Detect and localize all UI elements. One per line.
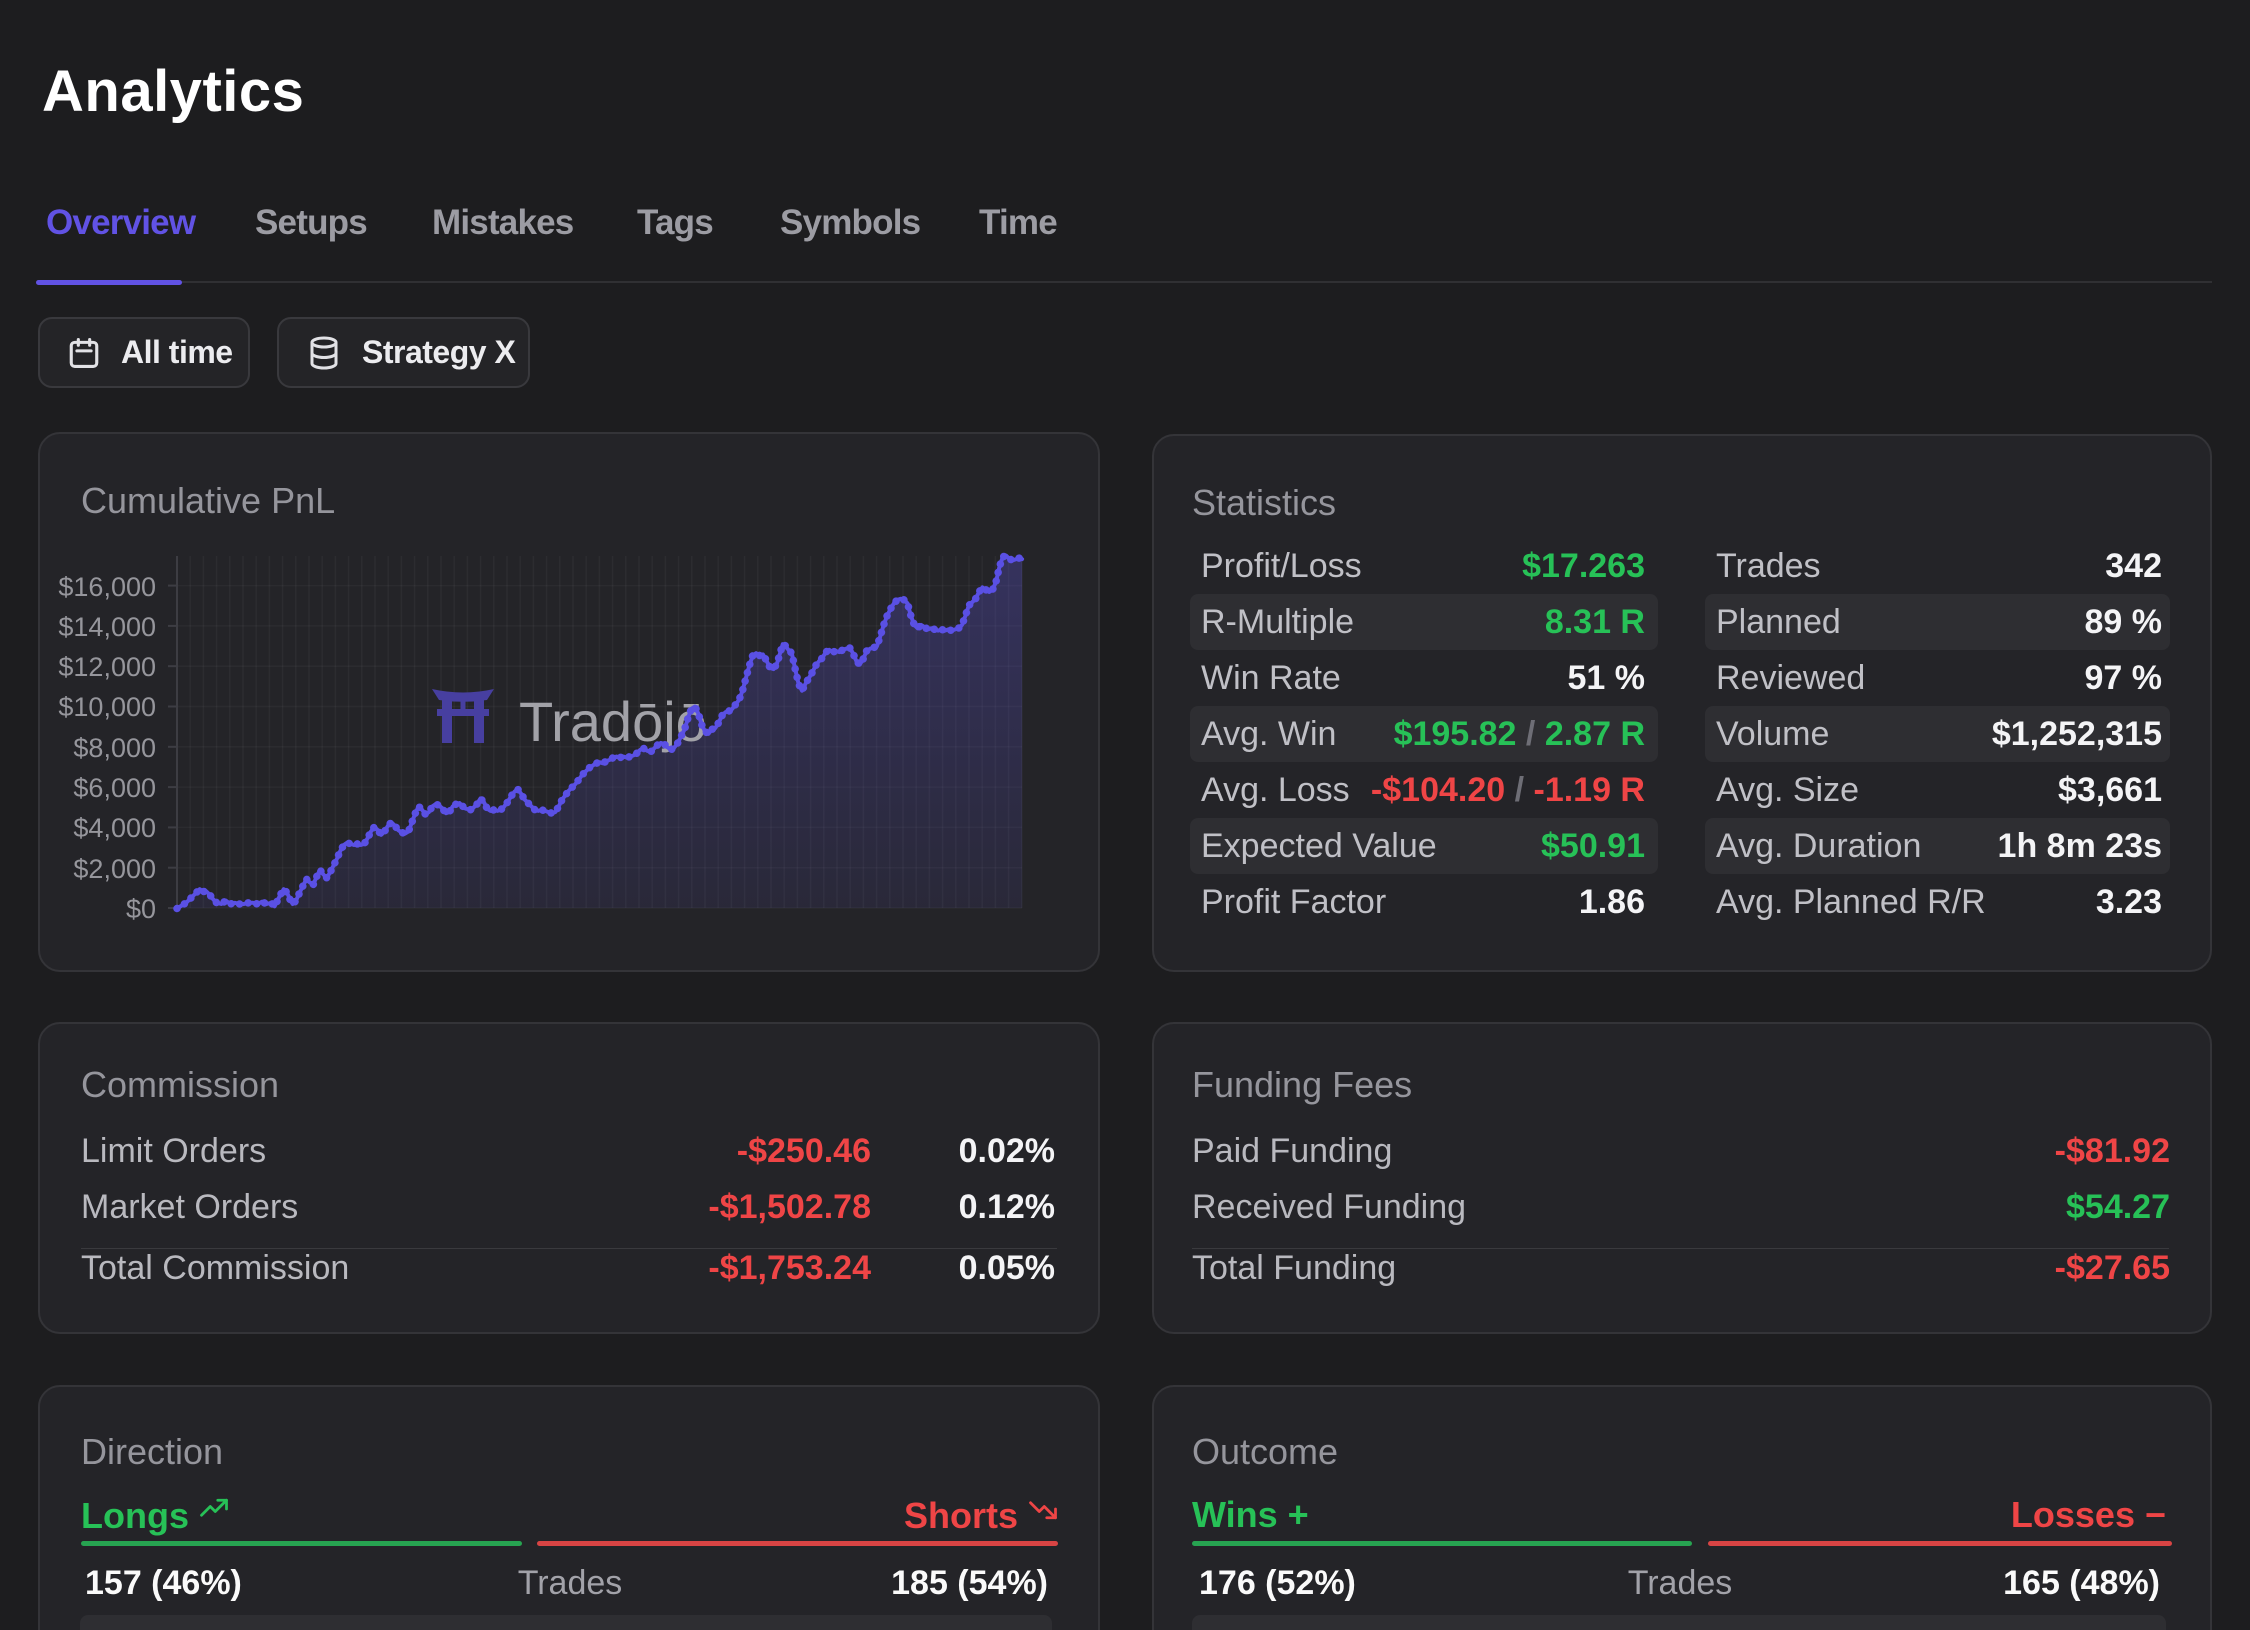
svg-text:$16,000: $16,000 <box>58 572 156 602</box>
svg-text:$8,000: $8,000 <box>73 733 156 763</box>
svg-text:$0: $0 <box>126 894 156 924</box>
svg-text:$12,000: $12,000 <box>58 652 156 682</box>
svg-text:$10,000: $10,000 <box>58 692 156 722</box>
svg-text:$4,000: $4,000 <box>73 813 156 843</box>
svg-text:$14,000: $14,000 <box>58 612 156 642</box>
svg-text:$2,000: $2,000 <box>73 854 156 884</box>
svg-text:$6,000: $6,000 <box>73 773 156 803</box>
